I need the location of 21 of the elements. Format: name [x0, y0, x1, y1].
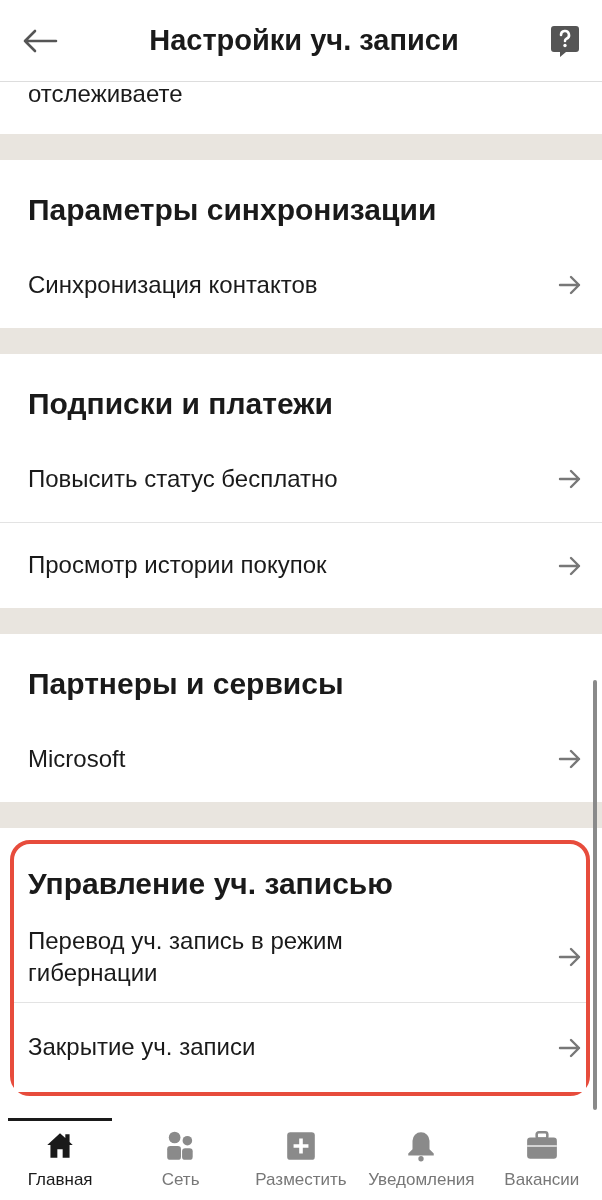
- settings-item[interactable]: Закрытие уч. записи: [14, 1002, 586, 1092]
- arrow-right-icon: [558, 748, 582, 770]
- setting-text: отслеживаете: [28, 82, 183, 107]
- nav-tab[interactable]: Разместить: [240, 1121, 362, 1200]
- nav-tab[interactable]: Главная: [0, 1121, 121, 1200]
- section-title: Подписки и платежи: [27, 386, 334, 422]
- nav-tab[interactable]: Сеть: [120, 1121, 241, 1200]
- arrow-right-icon: [558, 274, 582, 296]
- section-title: Партнеры и сервисы: [27, 666, 345, 702]
- arrow-right-icon: [558, 554, 582, 577]
- section-title: Параметры синхронизации: [27, 192, 438, 228]
- arrow-right-icon: [558, 946, 582, 968]
- arrow-right-icon: [558, 1036, 582, 1059]
- arrow-right-icon: [558, 468, 582, 490]
- nav-tab[interactable]: Уведомления: [361, 1121, 482, 1200]
- help-button[interactable]: [550, 23, 580, 58]
- page-title: Настройки уч. записи: [148, 22, 460, 58]
- nav-tab[interactable]: Вакансии: [481, 1121, 602, 1200]
- plus-icon: [284, 1129, 318, 1163]
- section-title: Управление уч. записью: [27, 866, 394, 902]
- back-button[interactable]: [22, 28, 58, 53]
